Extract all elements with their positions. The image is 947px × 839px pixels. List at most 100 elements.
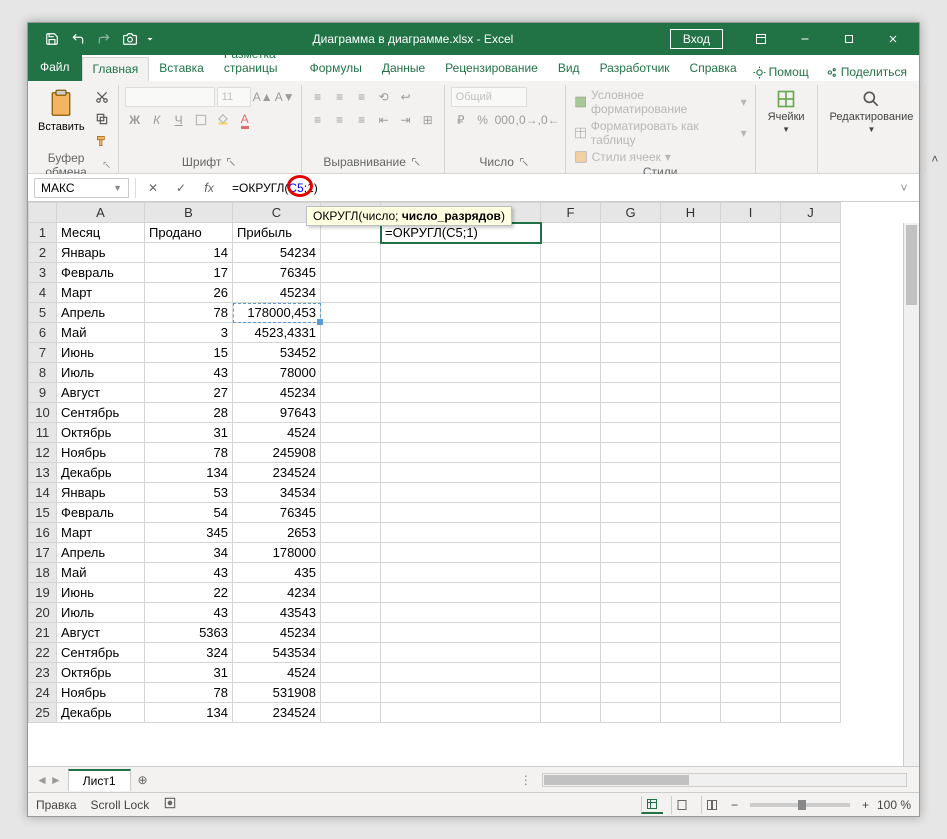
cell[interactable]: 43 — [145, 603, 233, 623]
cell[interactable] — [541, 503, 601, 523]
border-icon[interactable] — [191, 110, 211, 130]
cell[interactable]: 76345 — [233, 263, 321, 283]
cell[interactable]: 134 — [145, 703, 233, 723]
worksheet-grid[interactable]: ОКРУГЛ(число; число_разрядов) ABCDEFGHIJ… — [28, 202, 919, 766]
macro-record-icon[interactable] — [163, 796, 177, 813]
cell[interactable]: 43 — [145, 363, 233, 383]
cell[interactable] — [601, 463, 661, 483]
row-header[interactable]: 21 — [29, 623, 57, 643]
fx-icon[interactable]: fx — [198, 177, 220, 199]
cell[interactable] — [541, 603, 601, 623]
align-left-icon[interactable]: ≡ — [308, 110, 328, 130]
number-format-combo[interactable]: Общий — [451, 87, 527, 107]
cell[interactable] — [541, 403, 601, 423]
cell[interactable] — [381, 443, 541, 463]
cell[interactable] — [781, 543, 841, 563]
cell[interactable]: Январь — [57, 483, 145, 503]
cell[interactable]: Июнь — [57, 343, 145, 363]
cell[interactable]: Март — [57, 283, 145, 303]
cell[interactable] — [781, 223, 841, 243]
cell[interactable] — [381, 303, 541, 323]
cell[interactable]: Август — [57, 623, 145, 643]
cell[interactable] — [781, 683, 841, 703]
cell[interactable] — [321, 483, 381, 503]
cell[interactable] — [721, 283, 781, 303]
cell[interactable] — [781, 703, 841, 723]
format-as-table[interactable]: Форматировать как таблицу ▾ — [572, 118, 749, 148]
increase-indent-icon[interactable]: ⇥ — [396, 110, 416, 130]
cell[interactable]: 28 — [145, 403, 233, 423]
enter-formula-icon[interactable]: ✓ — [170, 177, 192, 199]
row-header[interactable]: 23 — [29, 663, 57, 683]
row-header[interactable]: 22 — [29, 643, 57, 663]
cell[interactable] — [381, 503, 541, 523]
cell[interactable] — [321, 263, 381, 283]
cell[interactable]: Сентябрь — [57, 403, 145, 423]
cell[interactable] — [541, 623, 601, 643]
cell[interactable] — [381, 603, 541, 623]
cell[interactable] — [661, 343, 721, 363]
decrease-decimal-icon[interactable]: ,0← — [539, 110, 559, 130]
cell[interactable]: 78 — [145, 683, 233, 703]
cell[interactable] — [721, 663, 781, 683]
column-header[interactable]: F — [541, 203, 601, 223]
cell[interactable]: 27 — [145, 383, 233, 403]
cell[interactable] — [321, 703, 381, 723]
zoom-level[interactable]: 100 % — [877, 798, 911, 812]
view-page-layout-icon[interactable] — [671, 796, 693, 814]
cell[interactable] — [381, 263, 541, 283]
cell[interactable] — [601, 683, 661, 703]
cell[interactable] — [381, 663, 541, 683]
cell[interactable]: 234524 — [233, 463, 321, 483]
cell[interactable]: 4524 — [233, 663, 321, 683]
launcher-icon[interactable] — [410, 156, 422, 168]
cell[interactable]: 345 — [145, 523, 233, 543]
launcher-icon[interactable] — [518, 156, 530, 168]
cell[interactable] — [781, 583, 841, 603]
row-header[interactable]: 12 — [29, 443, 57, 463]
font-name-combo[interactable] — [125, 87, 215, 107]
cell[interactable] — [321, 503, 381, 523]
ribbon-options-icon[interactable] — [739, 23, 783, 55]
column-header[interactable]: I — [721, 203, 781, 223]
expand-formula-bar-icon[interactable]: ˅ — [895, 181, 913, 195]
cell[interactable] — [321, 383, 381, 403]
cell[interactable] — [661, 703, 721, 723]
cell[interactable] — [661, 543, 721, 563]
cell[interactable]: 245908 — [233, 443, 321, 463]
row-header[interactable]: 3 — [29, 263, 57, 283]
cell[interactable]: 17 — [145, 263, 233, 283]
column-header[interactable]: A — [57, 203, 145, 223]
cell[interactable] — [781, 283, 841, 303]
view-page-break-icon[interactable] — [701, 796, 723, 814]
cell[interactable] — [381, 623, 541, 643]
cell[interactable]: 324 — [145, 643, 233, 663]
column-header[interactable]: H — [661, 203, 721, 223]
cell[interactable]: 45234 — [233, 383, 321, 403]
cell[interactable] — [721, 423, 781, 443]
cell[interactable] — [381, 283, 541, 303]
add-sheet-icon[interactable]: ⊕ — [133, 770, 153, 790]
cell[interactable] — [781, 443, 841, 463]
tab-help[interactable]: Справка — [680, 57, 747, 81]
row-header[interactable]: 19 — [29, 583, 57, 603]
cell[interactable] — [781, 503, 841, 523]
row-header[interactable]: 10 — [29, 403, 57, 423]
row-header[interactable]: 4 — [29, 283, 57, 303]
orientation-icon[interactable]: ⟲ — [374, 87, 394, 107]
align-right-icon[interactable]: ≡ — [352, 110, 372, 130]
cell[interactable] — [721, 363, 781, 383]
close-icon[interactable] — [871, 23, 915, 55]
cell[interactable] — [321, 403, 381, 423]
row-header[interactable]: 11 — [29, 423, 57, 443]
cell[interactable] — [601, 703, 661, 723]
cell[interactable] — [781, 303, 841, 323]
cell[interactable] — [321, 323, 381, 343]
cell[interactable] — [321, 363, 381, 383]
cell[interactable]: 34534 — [233, 483, 321, 503]
cell[interactable] — [661, 663, 721, 683]
wrap-text-icon[interactable]: ↩ — [396, 87, 416, 107]
cells-button[interactable]: Ячейки▼ — [762, 87, 811, 136]
align-bottom-icon[interactable]: ≡ — [352, 87, 372, 107]
cell[interactable] — [601, 443, 661, 463]
